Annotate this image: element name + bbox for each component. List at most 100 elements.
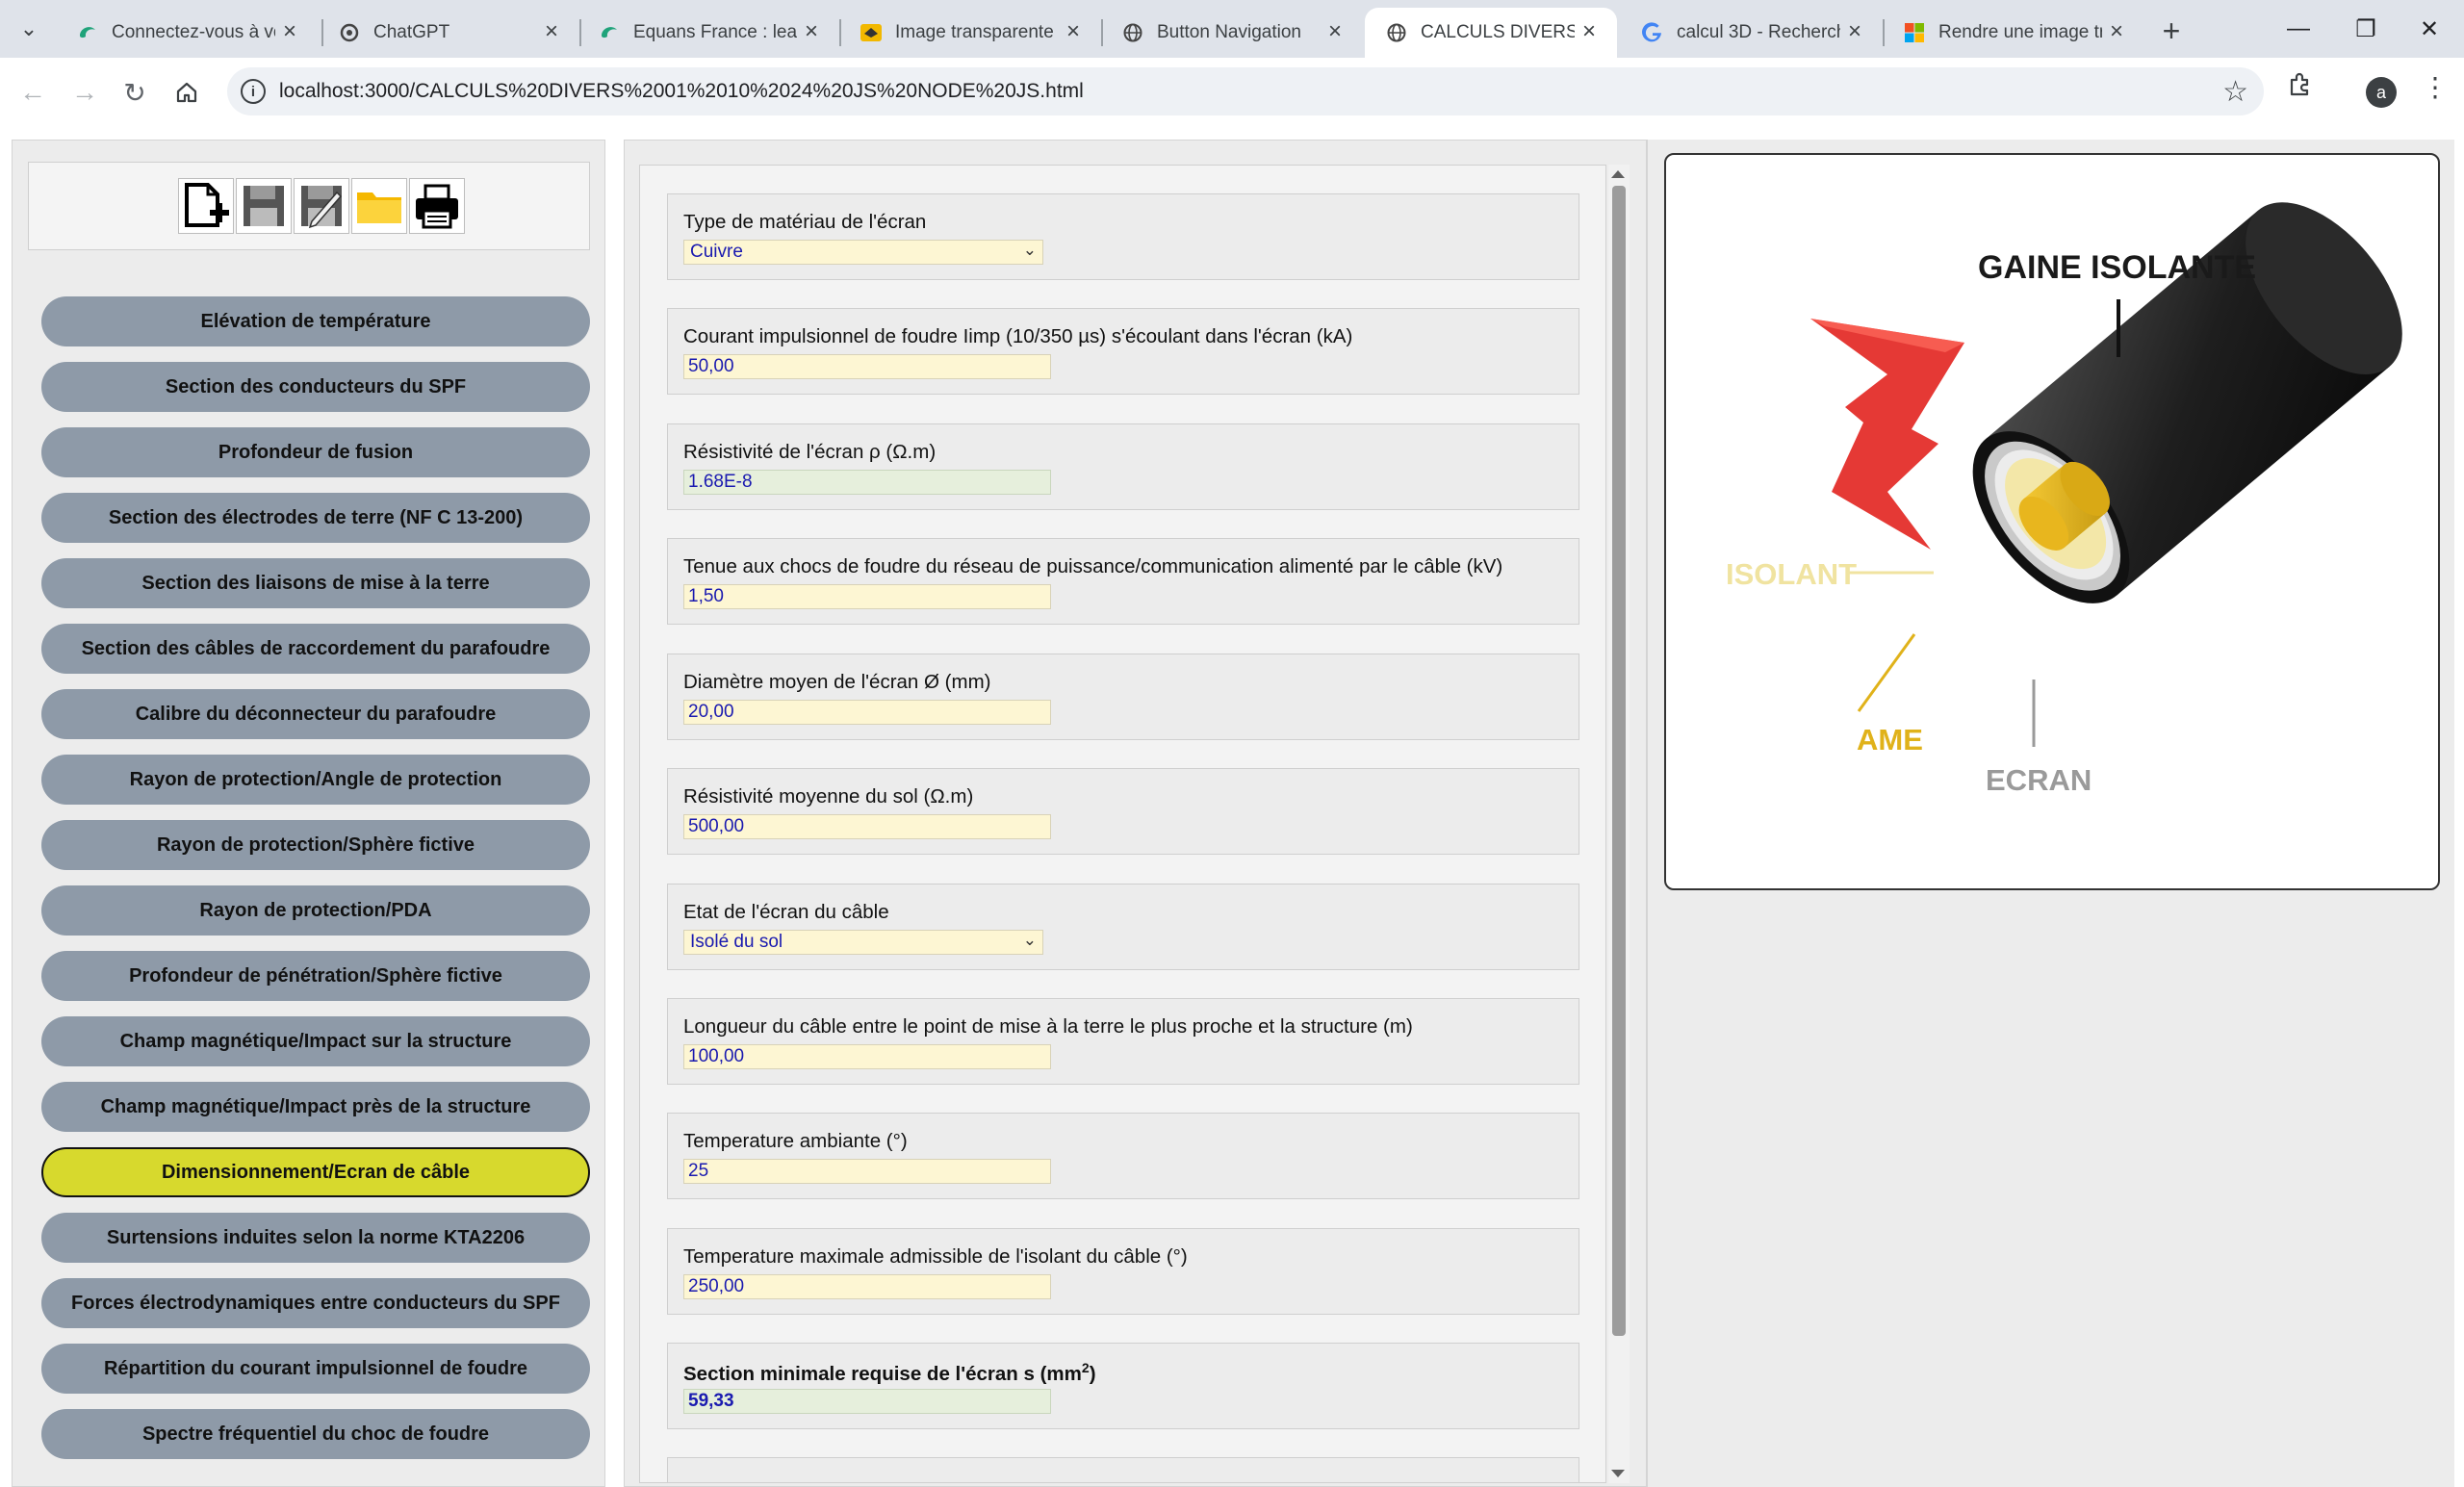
- field-withstand: Tenue aux chocs de foudre du réseau de p…: [667, 538, 1579, 625]
- field-label: Type de matériau de l'écran: [683, 211, 927, 233]
- tab-4[interactable]: Button Navigation ×: [1101, 8, 1363, 58]
- field-label: Courant impulsionnel de foudre Iimp (10/…: [683, 325, 1353, 347]
- result-section-output[interactable]: [683, 1389, 1051, 1414]
- form-scrollbar[interactable]: [1608, 165, 1630, 1483]
- close-icon[interactable]: ×: [1840, 17, 1869, 46]
- close-icon[interactable]: ×: [797, 17, 826, 46]
- nav-profondeur-penetration[interactable]: Profondeur de pénétration/Sphère fictive: [41, 951, 590, 1001]
- info-icon[interactable]: i: [241, 79, 266, 104]
- omnibox[interactable]: i localhost:3000/CALCULS%20DIVERS%2001%2…: [227, 67, 2264, 115]
- bookmark-star-icon[interactable]: ☆: [2222, 75, 2248, 109]
- new-file-button[interactable]: [178, 178, 234, 234]
- field-resistivity: Résistivité de l'écran ρ (Ω.m): [667, 423, 1579, 510]
- scroll-down-arrow-icon[interactable]: [1611, 1470, 1625, 1477]
- tab-0[interactable]: Connectez-vous à vo ×: [56, 8, 318, 58]
- field-next-partial: [667, 1457, 1579, 1482]
- label-ame: AME: [1857, 723, 1923, 756]
- tab-1[interactable]: ChatGPT ×: [318, 8, 579, 58]
- forward-button[interactable]: →: [64, 71, 106, 114]
- nav-section-cables-parafoudre[interactable]: Section des câbles de raccordement du pa…: [41, 624, 590, 674]
- nav-section-liaisons-terre[interactable]: Section des liaisons de mise à la terre: [41, 558, 590, 608]
- screen-state-select[interactable]: Isolé du sol ⌄: [683, 930, 1043, 955]
- resistivity-input[interactable]: [683, 470, 1051, 495]
- nav-spectre-frequentiel[interactable]: Spectre fréquentiel du choc de foudre: [41, 1409, 590, 1459]
- tab-2[interactable]: Equans France : lead ×: [578, 8, 839, 58]
- nav-rayon-angle[interactable]: Rayon de protection/Angle de protection: [41, 755, 590, 805]
- scroll-up-arrow-icon[interactable]: [1611, 170, 1625, 178]
- field-material: Type de matériau de l'écran Cuivre ⌄: [667, 193, 1579, 280]
- tab-3[interactable]: Image transparente ×: [839, 8, 1101, 58]
- close-window-button[interactable]: ✕: [2400, 10, 2458, 48]
- tab-strip: ⌄ Connectez-vous à vo × ChatGPT × Equans…: [0, 0, 2464, 58]
- nav-forces-electrodynamiques[interactable]: Forces électrodynamiques entre conducteu…: [41, 1278, 590, 1328]
- close-icon[interactable]: ×: [537, 17, 566, 46]
- new-tab-button[interactable]: +: [2152, 12, 2191, 50]
- soil-resistivity-input[interactable]: [683, 814, 1051, 839]
- save-icon: [244, 186, 284, 226]
- material-select[interactable]: Cuivre ⌄: [683, 240, 1043, 265]
- close-icon[interactable]: ×: [1321, 17, 1349, 46]
- profile-avatar[interactable]: a: [2366, 77, 2397, 108]
- max-temperature-input[interactable]: [683, 1274, 1051, 1299]
- select-value: Isolé du sol: [690, 932, 783, 952]
- field-current: Courant impulsionnel de foudre Iimp (10/…: [667, 308, 1579, 395]
- url-text[interactable]: localhost:3000/CALCULS%20DIVERS%2001%201…: [279, 80, 1084, 103]
- tab-7[interactable]: Rendre une image tr ×: [1883, 8, 2144, 58]
- google-icon: [1640, 20, 1665, 45]
- nav-profondeur-fusion[interactable]: Profondeur de fusion: [41, 427, 590, 477]
- tab-6[interactable]: calcul 3D - Recherch ×: [1621, 8, 1883, 58]
- print-button[interactable]: [409, 178, 465, 234]
- field-label: Résistivité de l'écran ρ (Ω.m): [683, 441, 937, 463]
- close-icon[interactable]: ×: [1059, 17, 1088, 46]
- chevron-down-icon: ⌄: [19, 16, 38, 40]
- diameter-input[interactable]: [683, 700, 1051, 725]
- nav-calibre-deconnecteur[interactable]: Calibre du déconnecteur du parafoudre: [41, 689, 590, 739]
- page: Elévation de température Section des con…: [0, 125, 2464, 1487]
- cable-3d: [1972, 202, 2402, 603]
- cable-length-input[interactable]: [683, 1044, 1051, 1069]
- nav-elevation-temperature[interactable]: Elévation de température: [41, 296, 590, 346]
- form-area: Type de matériau de l'écran Cuivre ⌄ Cou…: [639, 165, 1606, 1483]
- nav-section-conducteurs-spf[interactable]: Section des conducteurs du SPF: [41, 362, 590, 412]
- reload-button[interactable]: ↻: [114, 71, 156, 114]
- save-button[interactable]: [236, 178, 292, 234]
- close-icon[interactable]: ×: [2102, 17, 2131, 46]
- calculation-panel: Type de matériau de l'écran Cuivre ⌄ Cou…: [624, 140, 1647, 1487]
- tab-title: Rendre une image tr: [1938, 22, 2102, 42]
- nav-dimensionnement-ecran-active[interactable]: Dimensionnement/Ecran de câble: [41, 1147, 590, 1197]
- print-icon: [416, 184, 458, 229]
- select-value: Cuivre: [690, 242, 743, 262]
- nav-rayon-pda[interactable]: Rayon de protection/PDA: [41, 885, 590, 936]
- nav-repartition-courant[interactable]: Répartition du courant impulsionnel de f…: [41, 1344, 590, 1394]
- minimize-button[interactable]: —: [2270, 10, 2327, 48]
- tab-search-button[interactable]: ⌄: [13, 13, 44, 44]
- field-label: Tenue aux chocs de foudre du réseau de p…: [683, 555, 1503, 577]
- scroll-thumb[interactable]: [1612, 186, 1626, 1336]
- nav-section-electrodes-terre[interactable]: Section des électrodes de terre (NF C 13…: [41, 493, 590, 543]
- back-button[interactable]: ←: [12, 71, 54, 114]
- home-button[interactable]: [166, 71, 208, 114]
- field-label: Temperature ambiante (°): [683, 1130, 908, 1152]
- field-label: Etat de l'écran du câble: [683, 901, 889, 923]
- nav-surtensions-kta2206[interactable]: Surtensions induites selon la norme KTA2…: [41, 1213, 590, 1263]
- ambient-temperature-input[interactable]: [683, 1159, 1051, 1184]
- current-input[interactable]: [683, 354, 1051, 379]
- open-folder-button[interactable]: [351, 178, 407, 234]
- withstand-input[interactable]: [683, 584, 1051, 609]
- field-label: Temperature maximale admissible de l'iso…: [683, 1245, 1188, 1268]
- save-as-button[interactable]: [294, 178, 349, 234]
- close-icon[interactable]: ×: [275, 17, 304, 46]
- nav-champ-impact-sur[interactable]: Champ magnétique/Impact sur la structure: [41, 1016, 590, 1066]
- nav-rayon-sphere[interactable]: Rayon de protection/Sphère fictive: [41, 820, 590, 870]
- close-icon[interactable]: ×: [1575, 17, 1604, 46]
- arrow-right-icon: →: [71, 77, 98, 107]
- field-label: Diamètre moyen de l'écran Ø (mm): [683, 671, 991, 693]
- extensions-icon[interactable]: [2287, 71, 2314, 105]
- more-menu-icon[interactable]: ⋮: [2422, 71, 2449, 103]
- chatgpt-icon: [337, 20, 362, 45]
- result-label: Section minimale requise de l'écran s (m…: [683, 1360, 1096, 1386]
- nav-champ-impact-pres[interactable]: Champ magnétique/Impact près de la struc…: [41, 1082, 590, 1132]
- tab-5-active[interactable]: CALCULS DIVERS - S ×: [1365, 8, 1617, 58]
- restore-button[interactable]: ❐: [2337, 10, 2395, 48]
- file-toolbar: [28, 162, 590, 250]
